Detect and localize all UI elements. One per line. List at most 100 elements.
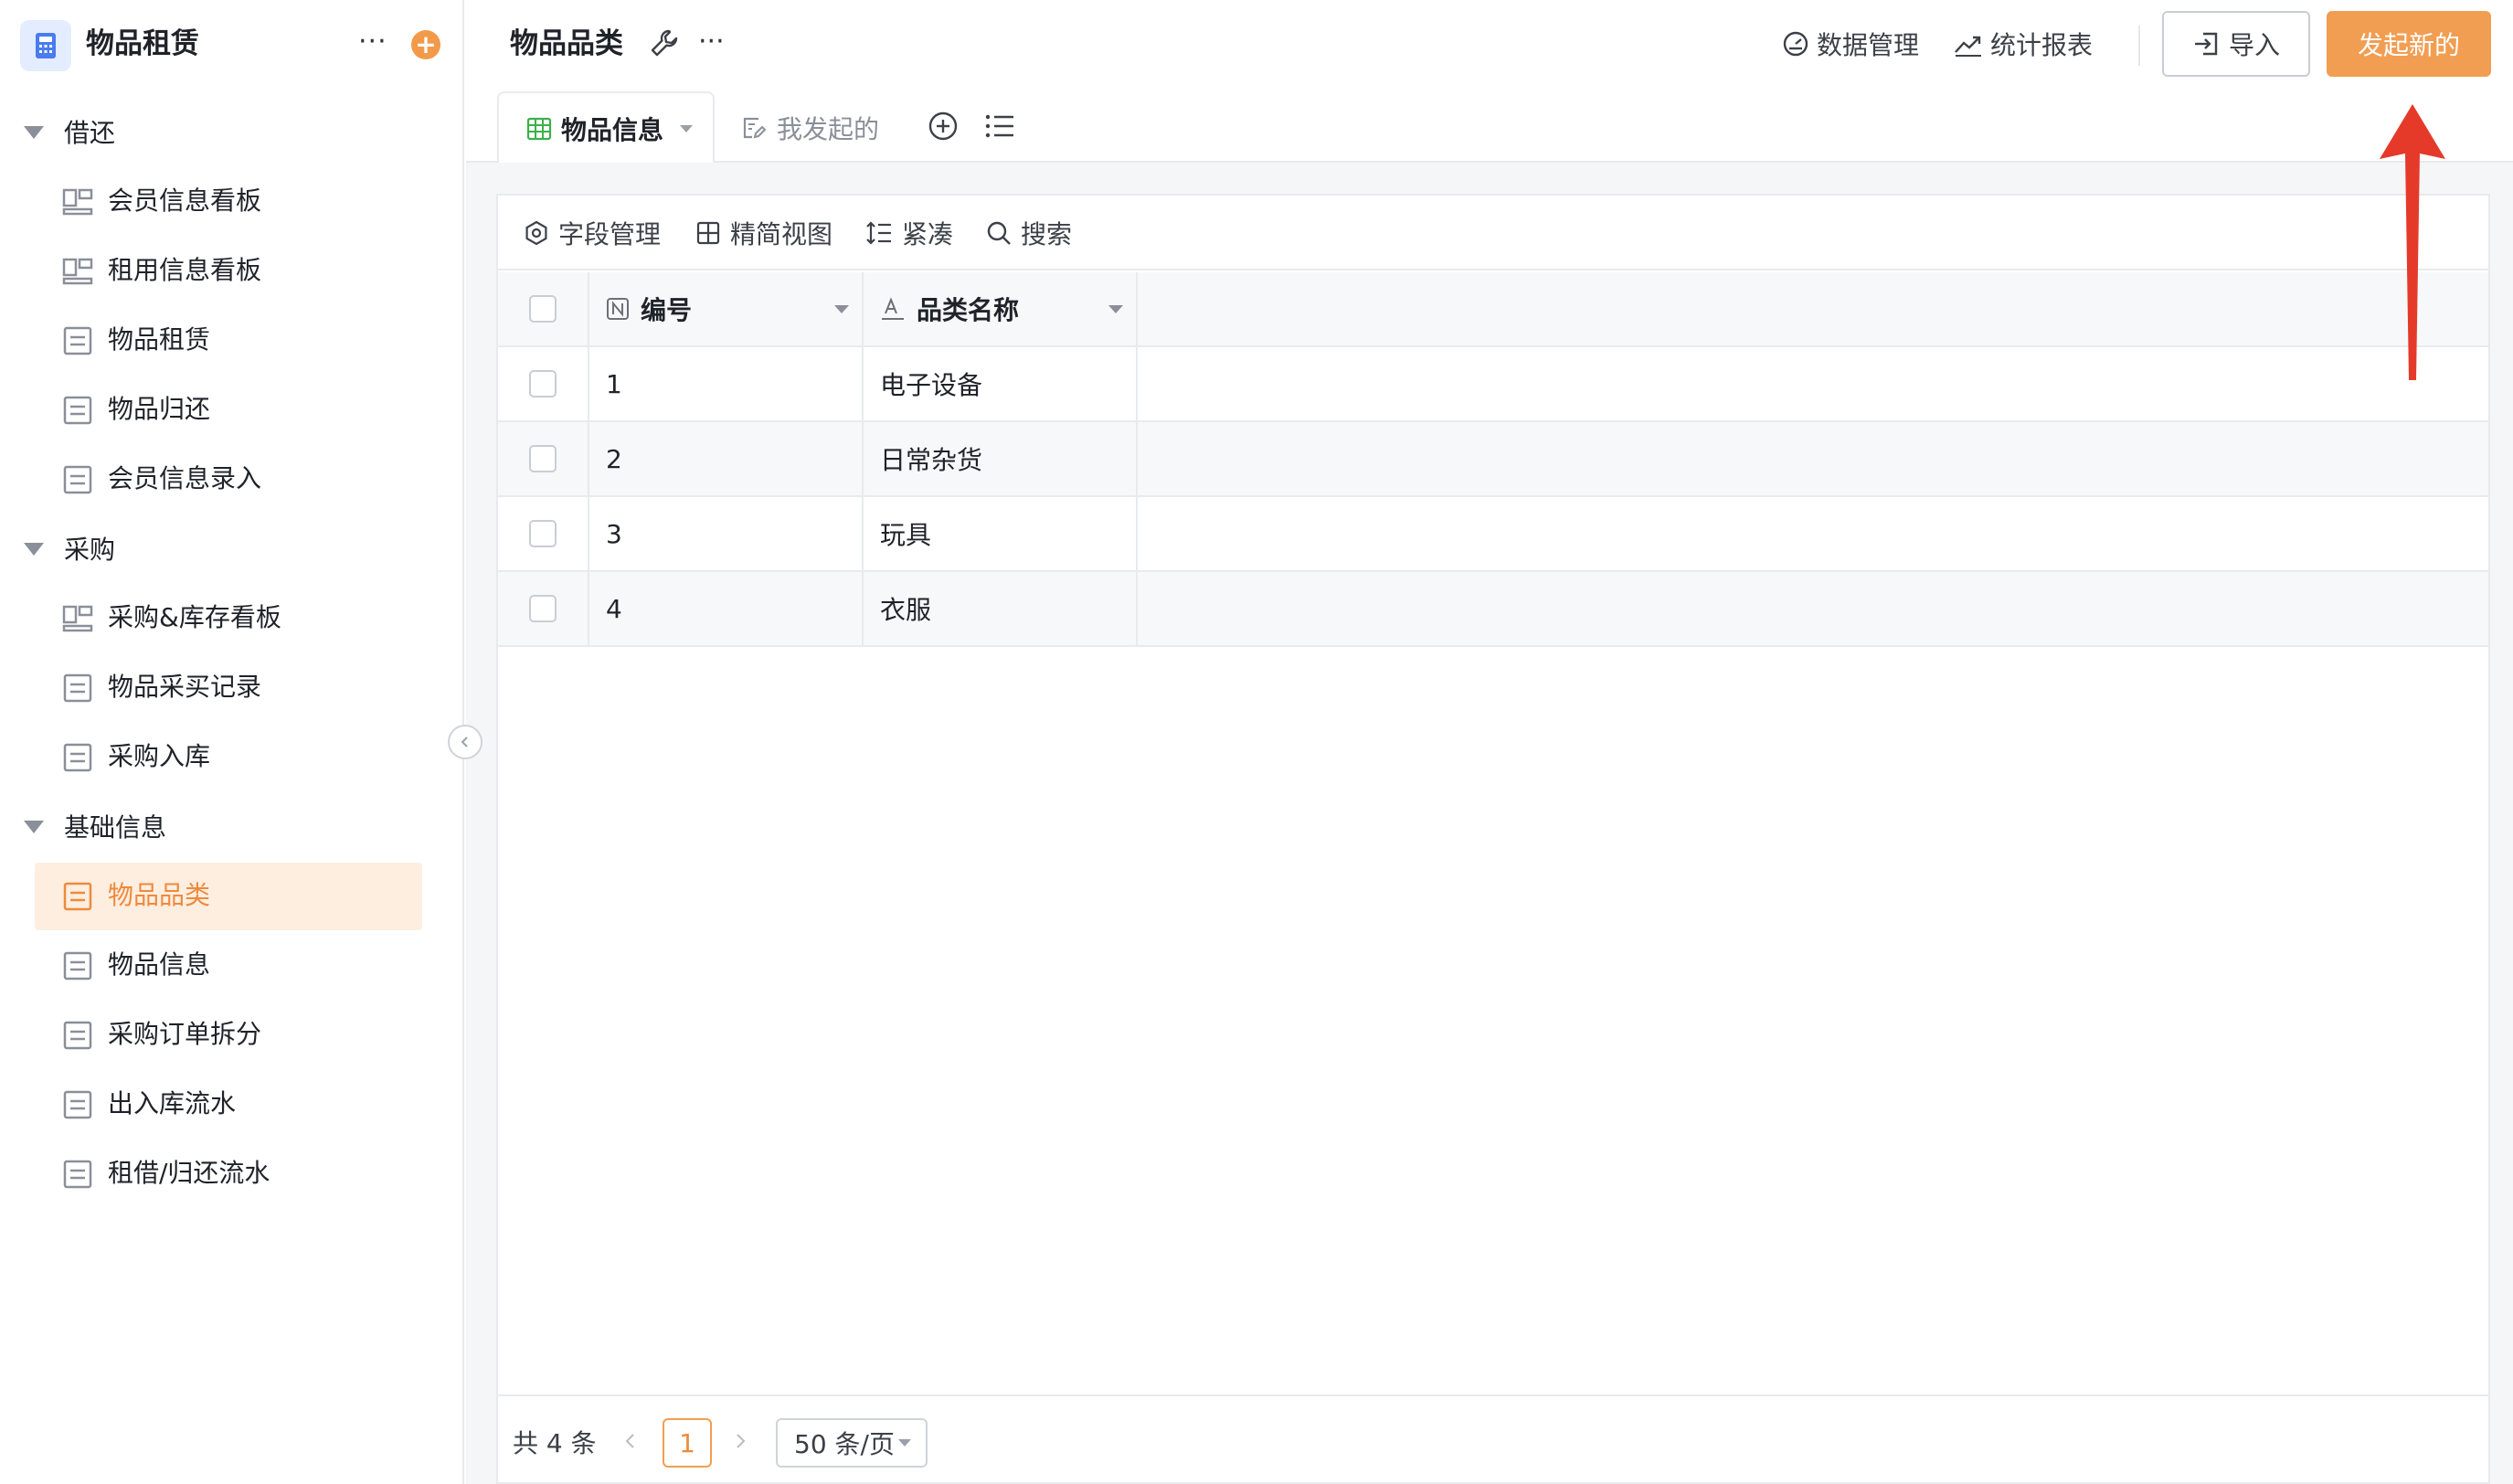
group-basic-info[interactable]: 基础信息 (0, 800, 464, 855)
form-icon (63, 396, 92, 425)
row-select-cell (498, 422, 589, 495)
density-button[interactable]: 紧凑 (865, 215, 953, 251)
id-cell[interactable]: 1 (589, 347, 864, 420)
sidebar-item-label: 物品品类 (108, 880, 211, 910)
wrench-icon[interactable] (649, 27, 680, 58)
table-panel: 字段管理 精简视图 紧凑 搜索 编号 品类名称 1 电子设备 2 日常杂货 3 … (496, 194, 2490, 1484)
app-name: 物品租赁 (86, 27, 199, 60)
table-row[interactable]: 1 电子设备 (498, 347, 2488, 422)
row-checkbox[interactable] (529, 445, 557, 472)
sidebar-header: 物品租赁 ··· + (0, 0, 464, 90)
annotation-arrow-icon (2380, 104, 2445, 380)
create-new-button[interactable]: 发起新的 (2327, 11, 2491, 77)
sidebar-item-label: 采购订单拆分 (108, 1019, 262, 1049)
group-label: 基础信息 (64, 812, 167, 843)
next-page-button[interactable] (726, 1427, 754, 1455)
add-page-button[interactable]: + (411, 30, 440, 59)
sidebar-item-item-rental[interactable]: 物品租赁 (35, 307, 422, 375)
row-select-cell (498, 572, 589, 645)
tab-item-info[interactable]: 物品信息 (497, 91, 715, 164)
data-manage-label: 数据管理 (1817, 30, 1920, 60)
total-count: 共 4 条 (513, 1428, 597, 1458)
trend-up-icon (1955, 36, 1981, 57)
sidebar-item-stock-flow[interactable]: 出入库流水 (35, 1071, 422, 1139)
table-grid-icon (526, 117, 552, 141)
collapse-sidebar-button[interactable] (448, 725, 482, 759)
category-name-cell[interactable]: 日常杂货 (864, 422, 1138, 495)
app-more-button[interactable]: ··· (358, 24, 387, 60)
select-all-checkbox[interactable] (529, 295, 557, 323)
table-header-row: 编号 品类名称 (498, 272, 2488, 347)
id-cell[interactable]: 4 (589, 572, 864, 645)
row-checkbox[interactable] (529, 595, 557, 622)
sidebar-item-label: 物品归还 (108, 394, 211, 424)
row-checkbox[interactable] (529, 520, 557, 547)
caret-down-icon[interactable] (834, 305, 849, 313)
row-checkbox[interactable] (529, 370, 557, 398)
sidebar-item-purchase-record[interactable]: 物品采买记录 (35, 654, 422, 722)
sidebar-item-rental-board[interactable]: 租用信息看板 (35, 238, 422, 305)
page-title: 物品品类 (510, 27, 623, 60)
search-button[interactable]: 搜索 (986, 215, 1072, 251)
calculator-icon (20, 20, 71, 71)
field-manage-label: 字段管理 (558, 219, 662, 249)
select-all-cell (498, 272, 589, 345)
page-more-button[interactable]: ··· (698, 24, 725, 60)
category-name-cell[interactable]: 衣服 (864, 572, 1138, 645)
chevron-left-icon (625, 1434, 634, 1448)
sidebar-item-member-board[interactable]: 会员信息看板 (35, 168, 422, 236)
sidebar-item-rental-flow[interactable]: 租借/归还流水 (35, 1140, 422, 1208)
sidebar-item-item-category[interactable]: 物品品类 (35, 863, 422, 930)
category-name-cell[interactable]: 电子设备 (864, 347, 1138, 420)
data-manage-link[interactable]: 数据管理 (1782, 26, 1919, 62)
sidebar-item-purchase-stock-board[interactable]: 采购&库存看板 (35, 585, 422, 652)
sidebar-item-label: 出入库流水 (108, 1088, 237, 1118)
gauge-icon (1783, 31, 1808, 57)
column-header-category-name[interactable]: 品类名称 (864, 272, 1138, 345)
id-cell[interactable]: 2 (589, 422, 864, 495)
page-size-select[interactable]: 50 条/页 (776, 1418, 928, 1468)
category-name-cell[interactable]: 玩具 (864, 497, 1138, 570)
stats-report-link[interactable]: 统计报表 (1954, 26, 2093, 62)
sidebar-item-item-return[interactable]: 物品归还 (35, 376, 422, 444)
form-icon (63, 882, 92, 911)
column-header-id[interactable]: 编号 (589, 272, 864, 345)
sidebar-item-order-split[interactable]: 采购订单拆分 (35, 1002, 422, 1069)
add-view-button[interactable] (925, 108, 961, 144)
sidebar-item-purchase-inbound[interactable]: 采购入库 (35, 724, 422, 791)
prev-page-button[interactable] (617, 1427, 644, 1455)
caret-down-icon[interactable] (1108, 305, 1123, 313)
table-row[interactable]: 2 日常杂货 (498, 422, 2488, 497)
divider (2138, 26, 2140, 66)
table-row[interactable]: 3 玩具 (498, 497, 2488, 572)
id-cell[interactable]: 3 (589, 497, 864, 570)
caret-down-icon (680, 125, 694, 132)
view-list-button[interactable] (981, 108, 1018, 144)
group-borrow-return[interactable]: 借还 (0, 106, 464, 161)
import-button[interactable]: 导入 (2162, 11, 2310, 77)
form-icon (63, 743, 92, 772)
sidebar-item-item-info[interactable]: 物品信息 (35, 932, 422, 1000)
column-header-label: 编号 (641, 295, 693, 325)
sidebar-item-member-entry[interactable]: 会员信息录入 (35, 446, 422, 514)
sidebar-item-label: 会员信息看板 (108, 186, 262, 216)
import-icon (2194, 32, 2218, 56)
table-row[interactable]: 4 衣服 (498, 572, 2488, 647)
tab-my-initiated[interactable]: 我发起的 (740, 110, 879, 146)
form-icon (63, 1160, 92, 1189)
edit-doc-icon (743, 117, 766, 139)
sidebar-item-label: 采购入库 (108, 741, 211, 771)
sidebar: 物品租赁 ··· + 借还 会员信息看板 租用信息看板 物品租赁 物品归还 会员… (0, 0, 464, 1484)
group-label: 借还 (64, 118, 116, 148)
form-icon (63, 951, 92, 980)
sidebar-item-label: 物品采买记录 (108, 672, 262, 702)
current-page-button[interactable]: 1 (663, 1418, 712, 1468)
group-purchase[interactable]: 采购 (0, 523, 464, 578)
compact-view-button[interactable]: 精简视图 (695, 215, 832, 251)
field-manage-button[interactable]: 字段管理 (524, 215, 661, 251)
board-icon (62, 258, 93, 285)
column-header-label: 品类名称 (917, 295, 1020, 325)
chevron-right-icon (737, 1434, 746, 1448)
caret-down-icon (897, 1439, 911, 1447)
view-tabs: 物品信息 我发起的 (466, 90, 2513, 164)
